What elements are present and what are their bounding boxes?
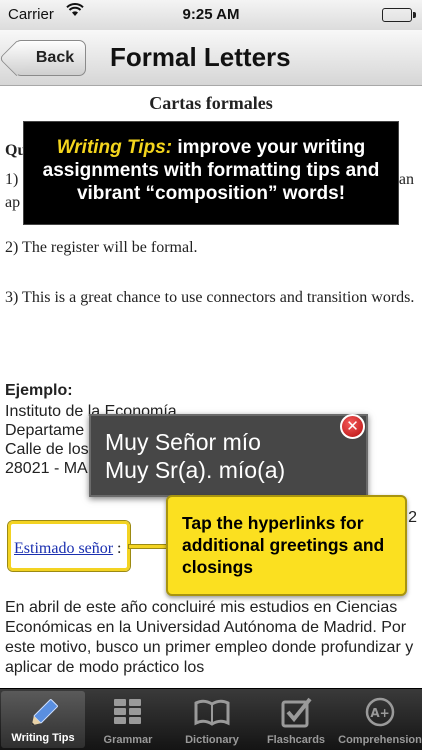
tab-bar: Writing Tips Grammar Dictionary Flashcar… (0, 688, 422, 750)
popup-line1: Muy Señor mío (105, 429, 261, 455)
clock: 9:25 AM (182, 6, 240, 23)
tab-label: Comprehension (338, 734, 422, 746)
tip-heading: Writing Tips: (56, 137, 173, 158)
date-fragment: 2 (408, 509, 417, 526)
greeting-popup: Muy Señor mío Muy Sr(a). mío(a) (89, 414, 368, 497)
tab-writing-tips[interactable]: Writing Tips (1, 691, 85, 748)
address-line: 28021 - MA (5, 460, 88, 477)
writing-tips-overlay: Writing Tips: improve your writing assig… (23, 121, 399, 225)
back-button-label: Back (35, 49, 75, 66)
point-two: 2) The register will be formal. (5, 239, 198, 256)
callout-connector (129, 545, 167, 548)
close-icon[interactable]: ✕ (340, 414, 365, 439)
page-title: Formal Letters (110, 42, 291, 72)
status-bar: Carrier 9:25 AM (0, 0, 422, 30)
address-line: Calle de los (5, 441, 89, 458)
point-one-end: an (398, 171, 414, 188)
book-icon (194, 699, 230, 726)
document-title: Cartas formales (149, 93, 273, 113)
tab-dictionary[interactable]: Dictionary (170, 689, 254, 750)
hyperlink-highlight (8, 521, 130, 571)
tab-flashcards[interactable]: Flashcards (254, 689, 338, 750)
letter-body: En abril de este año concluiré mis estud… (5, 599, 414, 676)
battery-icon (382, 8, 416, 22)
pencil-icon (31, 699, 58, 726)
grid-icon (114, 699, 141, 724)
back-button[interactable]: Back (14, 40, 86, 76)
point-one-line2: ap (5, 194, 21, 211)
checkbox-icon (281, 697, 312, 728)
tab-comprehension[interactable]: A+ Comprehension (338, 689, 422, 750)
example-label: Ejemplo: (5, 382, 73, 399)
tab-label: Grammar (103, 734, 153, 746)
navigation-bar: Back Formal Letters (0, 30, 422, 86)
popup-line2: Muy Sr(a). mío(a) (105, 457, 286, 483)
point-one-start: 1) (5, 171, 19, 188)
address-line: Departame (5, 422, 85, 439)
point-three: 3) This is a great chance to use connect… (5, 289, 415, 306)
grade-icon: A+ (365, 697, 395, 727)
tab-label: Dictionary (185, 734, 239, 746)
tab-grammar[interactable]: Grammar (86, 689, 170, 750)
svg-text:A+: A+ (370, 706, 389, 720)
tab-label: Writing Tips (11, 732, 75, 744)
tab-label: Flashcards (266, 734, 326, 746)
hyperlink-callout: Tap the hyperlinks for additional greeti… (166, 495, 407, 596)
